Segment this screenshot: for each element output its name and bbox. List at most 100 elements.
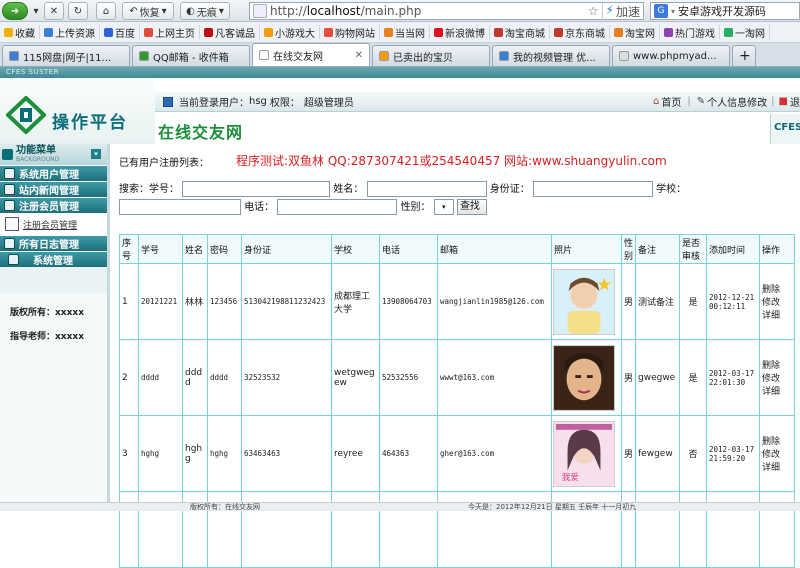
menu-icon: [2, 149, 13, 160]
bookmark-item[interactable]: 上网主页: [140, 25, 200, 40]
search-box[interactable]: G ▾ 安卓游戏开发源码: [650, 2, 800, 20]
cell-gender: 男: [621, 339, 636, 416]
browser-tab[interactable]: 在线交友网 ✕: [252, 43, 370, 66]
bookmark-item[interactable]: 新浪微博: [430, 25, 490, 40]
detail-link[interactable]: 详细: [762, 384, 792, 397]
user-info-bar: 当前登录用户： hsg 权限： 超级管理员 ⌂ 首页 | ✎ 个人信息修改 | ■ 退: [155, 92, 800, 112]
profile-link[interactable]: ✎ 个人信息修改: [697, 94, 767, 109]
delete-link[interactable]: 删除: [762, 434, 792, 447]
delete-link[interactable]: 删除: [762, 282, 792, 295]
cell-remark: gwegwe: [635, 339, 680, 416]
bookmark-item[interactable]: 收藏: [0, 25, 40, 40]
browser-tab[interactable]: QQ邮箱 - 收件箱: [132, 45, 250, 66]
bookmark-item[interactable]: 凡客诚品: [200, 25, 260, 40]
search-input[interactable]: 安卓游戏开发源码: [678, 3, 766, 19]
phone-input[interactable]: [277, 199, 398, 215]
accelerate-button[interactable]: ⚡ 加速: [601, 2, 643, 20]
column-header: 姓名: [182, 234, 208, 264]
site-subtitle: 在线交友网: [158, 123, 244, 142]
bookmark-label: 京东商城: [565, 28, 605, 40]
home-icon[interactable]: ⌂: [96, 2, 116, 20]
traceless-label: 无痕: [196, 7, 217, 19]
accelerate-label: 加速: [615, 4, 640, 19]
search-button[interactable]: 查找: [456, 199, 487, 215]
bookmark-label: 收藏: [15, 28, 35, 40]
permission-label: 权限：: [269, 98, 300, 109]
browser-tab[interactable]: 我的视频管理 优...: [492, 45, 610, 66]
sidebar-item-news[interactable]: 站内新闻管理: [0, 182, 107, 197]
bookmark-label: 淘宝商城: [505, 28, 545, 40]
search-prefix: 搜索：: [119, 184, 149, 195]
tab-favicon-icon: [259, 50, 269, 60]
traceless-button[interactable]: ◐ 无痕 ▾: [180, 2, 230, 20]
sidebar-item-logs[interactable]: 所有日志管理: [0, 236, 107, 251]
refresh-icon[interactable]: ↻: [68, 2, 88, 20]
sidebar-item-system-users[interactable]: 系统用户管理: [0, 166, 107, 181]
tab-label: 已卖出的宝贝: [393, 52, 453, 64]
bookmark-item[interactable]: 淘宝商城: [490, 25, 550, 40]
delete-link[interactable]: 删除: [762, 358, 792, 371]
browser-tab[interactable]: 115网盘|网子|11...: [2, 45, 130, 66]
table-row: 1 20121221 林林 123456 513042198811232423 成都理工大…: [119, 263, 795, 340]
bookmark-item[interactable]: 小游戏大: [260, 25, 320, 40]
back-icon[interactable]: ➜: [2, 2, 28, 20]
logo-icon: [6, 96, 46, 134]
school-input[interactable]: [119, 199, 241, 215]
restore-button[interactable]: ↶ 恢复 ▾: [122, 2, 174, 20]
cell-name: dddd: [182, 339, 208, 416]
tab-label: QQ邮箱 - 收件箱: [153, 52, 229, 64]
bookmark-item[interactable]: 热门游戏: [660, 25, 720, 40]
edit-link[interactable]: 修改: [762, 447, 792, 460]
search-engine-icon[interactable]: G: [654, 4, 668, 18]
stop-icon[interactable]: ✕: [44, 2, 64, 20]
bookmark-item[interactable]: 上传资源: [40, 25, 100, 40]
bookmark-label: 上网主页: [155, 28, 195, 40]
address-bar[interactable]: http://localhost/main.php ☆ ⚡ 加速: [249, 2, 644, 20]
bookmark-icon: [44, 27, 53, 37]
sidebar-item-members[interactable]: 注册会员管理: [0, 198, 107, 213]
app-header: 操作平台 当前登录用户： hsg 权限： 超级管理员 ⌂ 首页 | ✎ 个人信息修改…: [0, 78, 800, 144]
bookmark-item[interactable]: 淘宝网: [610, 25, 660, 40]
bookmark-item[interactable]: 京东商城: [550, 25, 610, 40]
teacher-text: 指导老师：xxxxx: [10, 332, 85, 342]
name-input[interactable]: [366, 181, 487, 197]
gender-select[interactable]: ▾: [433, 199, 454, 215]
id-card-input[interactable]: [532, 181, 653, 197]
tab-favicon-icon: [499, 51, 509, 61]
column-header: 身份证: [241, 234, 332, 264]
folder-icon: [8, 254, 19, 265]
star-icon[interactable]: ☆: [585, 4, 602, 18]
bookmark-icon: [104, 27, 113, 37]
home-link[interactable]: ⌂ 首页: [653, 94, 681, 109]
column-header: 学号: [138, 234, 183, 264]
cell-phone: 52532556: [379, 339, 438, 416]
edit-link[interactable]: 修改: [762, 371, 792, 384]
actions-cell: 删除 修改 详细: [759, 339, 795, 416]
bookmark-item[interactable]: 购物网站: [320, 25, 380, 40]
photo-cell: 我爱: [551, 415, 622, 492]
bookmark-icon: [614, 27, 623, 37]
browser-tab[interactable]: www.phpmyad...: [612, 45, 730, 66]
bookmark-item[interactable]: 百度: [100, 25, 140, 40]
column-header: 学校: [331, 234, 380, 264]
bookmark-icon: [144, 27, 153, 37]
bookmark-item[interactable]: 一淘网: [720, 25, 770, 40]
new-tab-button[interactable]: +: [732, 45, 756, 66]
tab-close-icon[interactable]: ✕: [355, 50, 363, 61]
sidebar-title: 功能菜单: [16, 144, 56, 156]
edit-link[interactable]: 修改: [762, 295, 792, 308]
cell-school: reyree: [331, 415, 380, 492]
student-no-input[interactable]: [182, 181, 331, 197]
bookmark-item[interactable]: 当当网: [380, 25, 430, 40]
id-card-label: 身份证：: [489, 184, 530, 195]
detail-link[interactable]: 详细: [762, 460, 792, 473]
exit-link[interactable]: ■ 退: [779, 94, 800, 109]
sidebar-item-system[interactable]: 系统管理: [0, 252, 107, 267]
bookmark-icon: [554, 27, 563, 37]
back-dropdown-icon[interactable]: ▾: [30, 2, 42, 20]
collapse-icon[interactable]: ▾: [91, 149, 101, 159]
bookmark-icon: [494, 27, 503, 37]
detail-link[interactable]: 详细: [762, 308, 792, 321]
sidebar-subitem-members[interactable]: 注册会员管理: [0, 213, 107, 235]
browser-tab[interactable]: 已卖出的宝贝: [372, 45, 490, 66]
